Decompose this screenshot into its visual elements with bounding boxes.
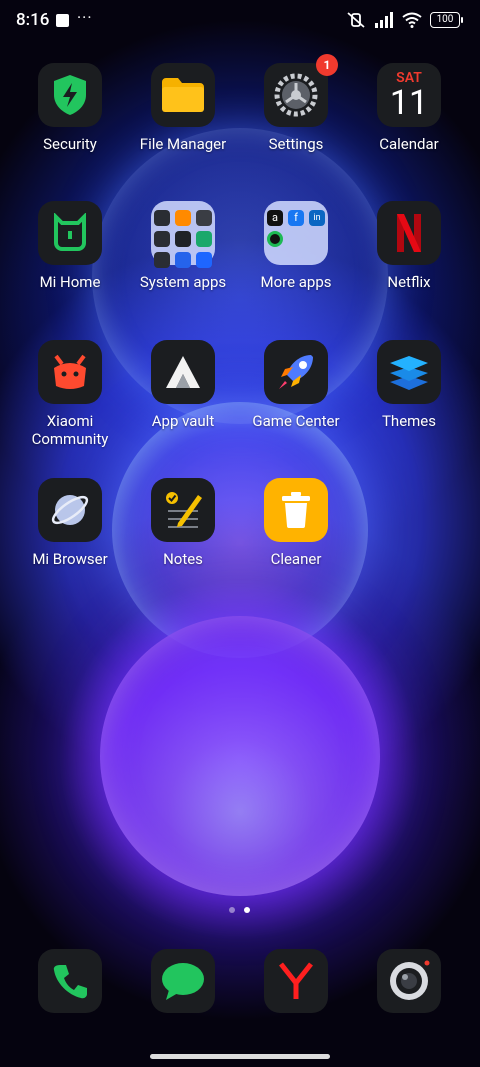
app-label: Mi Home (39, 273, 101, 291)
app-label: Xiaomi Community (31, 412, 109, 448)
facebook-icon: f (288, 210, 304, 226)
linkedin-icon: in (309, 210, 325, 226)
spotify-icon (267, 231, 283, 247)
mini-app-icon (154, 252, 170, 268)
mini-app-icon (154, 210, 170, 226)
app-vault-icon (151, 340, 215, 404)
mini-app-icon (196, 231, 212, 247)
notification-icon (56, 14, 69, 27)
wifi-icon (402, 12, 422, 28)
xiaomi-community-icon (38, 340, 102, 404)
folder-more-apps[interactable]: a f in More apps (240, 201, 352, 291)
app-label: Mi Browser (32, 550, 108, 568)
notification-badge: 1 (316, 54, 338, 76)
app-label: Themes (381, 412, 437, 430)
dock-camera[interactable] (353, 949, 465, 1013)
camera-icon (377, 949, 441, 1013)
app-settings[interactable]: 1 Settings (240, 54, 352, 153)
app-xiaomi-community[interactable]: Xiaomi Community (14, 340, 126, 448)
app-mi-home[interactable]: Mi Home (14, 201, 126, 291)
app-label: Notes (163, 550, 203, 568)
trash-icon (264, 478, 328, 542)
page-dot[interactable] (229, 907, 235, 913)
folder-preview (151, 201, 215, 268)
planet-icon (38, 478, 102, 542)
calendar-icon: SAT 11 (377, 63, 441, 127)
dock-messages[interactable] (127, 949, 239, 1013)
folder-preview: a f in (264, 201, 328, 265)
folder-icon (151, 63, 215, 127)
dock-browser[interactable] (240, 949, 352, 1013)
app-netflix[interactable]: Netflix (353, 201, 465, 291)
vibrate-off-icon (347, 12, 365, 28)
mini-app-icon (196, 210, 212, 226)
gear-icon: 1 (264, 54, 338, 127)
mini-app-icon (196, 252, 212, 268)
app-label: App vault (151, 412, 215, 430)
app-mi-browser[interactable]: Mi Browser (14, 478, 126, 568)
battery-indicator: 100 (430, 12, 463, 28)
rocket-icon (264, 340, 328, 404)
status-bar: 8:16 ··· 100 (0, 0, 480, 44)
calendar-date: 11 (389, 83, 429, 123)
amazon-icon: a (267, 210, 283, 226)
gesture-home-bar[interactable] (150, 1054, 330, 1059)
app-label: System apps (139, 273, 227, 291)
mini-app-icon (175, 252, 191, 268)
yandex-y-icon (264, 949, 328, 1013)
app-cleaner[interactable]: Cleaner (240, 478, 352, 568)
layers-icon (377, 340, 441, 404)
page-indicator[interactable] (229, 907, 250, 913)
dock-phone[interactable] (14, 949, 126, 1013)
mini-app-icon (175, 231, 191, 247)
app-themes[interactable]: Themes (353, 340, 465, 430)
security-icon (38, 63, 102, 127)
netflix-icon (377, 201, 441, 265)
app-label: Cleaner (270, 550, 322, 568)
app-label: More apps (260, 273, 332, 291)
mi-home-icon (38, 201, 102, 265)
app-label: File Manager (139, 135, 227, 153)
app-calendar[interactable]: SAT 11 Calendar (353, 63, 465, 153)
wallpaper-bubble (100, 616, 380, 896)
notes-icon (151, 478, 215, 542)
status-time: 8:16 (16, 10, 50, 30)
app-label: Netflix (387, 273, 431, 291)
more-notifications-icon: ··· (77, 8, 93, 27)
app-security[interactable]: Security (14, 63, 126, 153)
mini-app-icon (154, 231, 170, 247)
app-notes[interactable]: Notes (127, 478, 239, 568)
folder-system-apps[interactable]: System apps (127, 201, 239, 291)
page-dot-active[interactable] (244, 907, 250, 913)
chat-bubble-icon (151, 949, 215, 1013)
app-label: Settings (268, 135, 324, 153)
app-label: Security (43, 135, 97, 153)
app-game-center[interactable]: Game Center (240, 340, 352, 430)
app-app-vault[interactable]: App vault (127, 340, 239, 430)
app-label: Calendar (379, 135, 439, 153)
signal-icon (375, 12, 393, 28)
mini-app-icon (175, 210, 191, 226)
phone-icon (38, 949, 102, 1013)
app-file-manager[interactable]: File Manager (127, 63, 239, 153)
app-label: Game Center (252, 412, 340, 430)
